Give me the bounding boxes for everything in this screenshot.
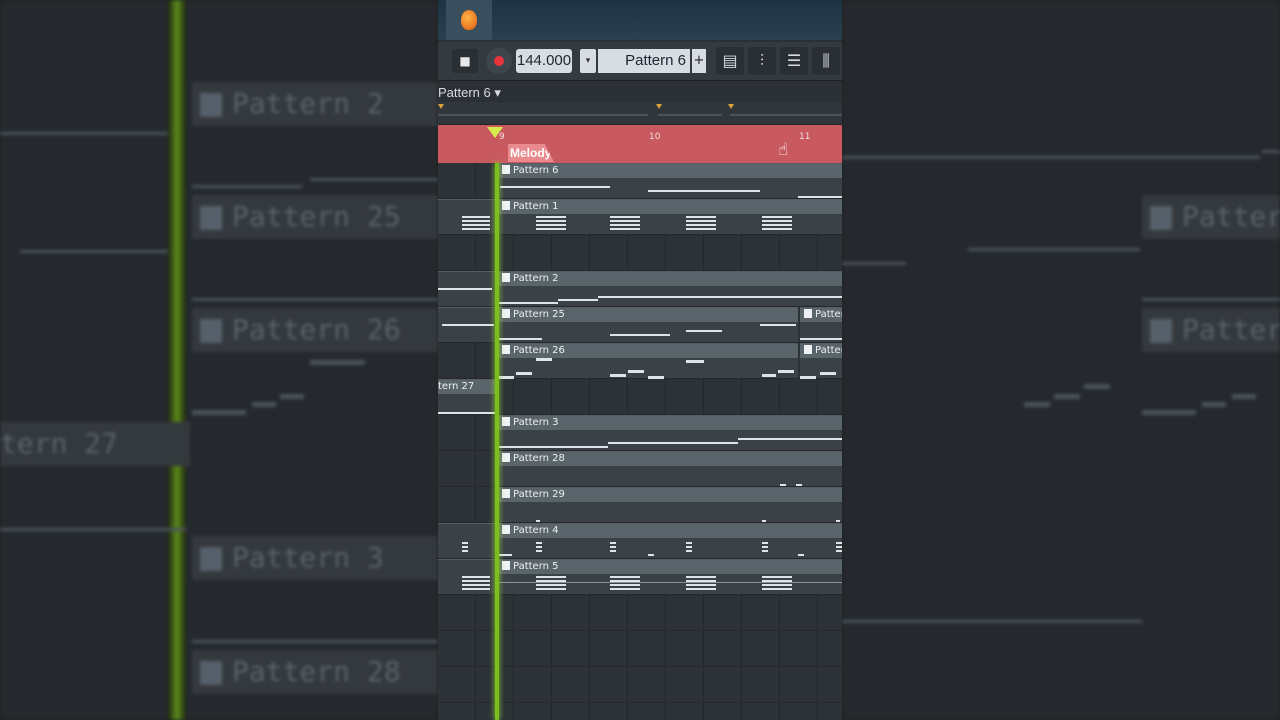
fl-studio-window: ■ 144.000 ▾ Pattern 6 + ▤ ⫶ ☰ ⫼ Pattern … bbox=[438, 0, 842, 720]
pattern-clip[interactable]: Pattern 26 bbox=[498, 343, 798, 379]
bar-number: 9 bbox=[499, 132, 505, 142]
pattern-clip[interactable]: Pattern 25 bbox=[498, 307, 798, 342]
playlist-overview[interactable] bbox=[438, 102, 842, 125]
pattern-clip[interactable]: Pattern 1 bbox=[498, 199, 842, 234]
add-pattern-button[interactable]: + bbox=[692, 49, 706, 73]
pattern-clip[interactable]: Pattern 5 bbox=[498, 559, 842, 594]
ghost-clip: Pattern 25 bbox=[1142, 195, 1280, 239]
pattern-clip[interactable]: Pattern 4 bbox=[498, 523, 842, 558]
hand-cursor-icon: ☝ bbox=[778, 140, 789, 160]
bar-number: 10 bbox=[649, 132, 661, 142]
ghost-clip: Pattern 3 bbox=[192, 536, 438, 580]
pattern-clip[interactable]: Pattern 3 bbox=[498, 415, 842, 450]
pattern-clip[interactable]: Pattern 29 bbox=[498, 487, 842, 522]
mixer-icon[interactable]: ⫼ bbox=[812, 47, 840, 75]
stop-button[interactable]: ■ bbox=[452, 49, 478, 73]
transport-toolbar: ■ 144.000 ▾ Pattern 6 + ▤ ⫶ ☰ ⫼ bbox=[438, 42, 842, 81]
pattern-clip[interactable]: Pattern 2 bbox=[498, 271, 842, 306]
pattern-clip[interactable]: Pattern 28 bbox=[498, 451, 842, 486]
pattern-clip[interactable]: tern 27 bbox=[438, 379, 496, 414]
tempo-display[interactable]: 144.000 bbox=[516, 49, 572, 73]
playhead-line[interactable] bbox=[495, 163, 499, 720]
ghost-clip: Pattern 26 bbox=[1142, 308, 1280, 352]
pattern-selector[interactable]: Pattern 6 bbox=[598, 49, 690, 73]
playlist-icon[interactable]: ▤ bbox=[716, 47, 744, 75]
pattern-clip[interactable]: Patter bbox=[800, 343, 842, 379]
channel-rack-icon[interactable]: ☰ bbox=[780, 47, 808, 75]
title-bar bbox=[438, 0, 842, 40]
background-left: Pattern 2 Pattern 25 Pattern 26 tern 27 … bbox=[0, 0, 438, 720]
pattern-dropdown-arrow[interactable]: ▾ bbox=[580, 49, 596, 73]
ghost-clip: Pattern 25 bbox=[192, 195, 438, 239]
melody-marker[interactable]: Melody bbox=[508, 144, 554, 162]
playlist-pattern-title[interactable]: Pattern 6 ▾ bbox=[438, 84, 842, 102]
pattern-clip-partial[interactable] bbox=[438, 199, 496, 234]
background-playhead bbox=[168, 0, 186, 720]
ghost-clip: tern 27 bbox=[0, 422, 190, 466]
piano-roll-icon[interactable]: ⫶ bbox=[748, 47, 776, 75]
pattern-clip-partial[interactable] bbox=[438, 307, 496, 342]
timeline-ruler[interactable]: 9 10 11 Melody ☝ bbox=[438, 125, 842, 163]
pattern-clip[interactable]: Patter bbox=[800, 307, 842, 342]
ghost-clip: Pattern 26 bbox=[192, 308, 438, 352]
pattern-clip[interactable]: Pattern 6 bbox=[498, 163, 842, 198]
fl-studio-logo-icon[interactable] bbox=[446, 0, 492, 40]
ghost-clip: Pattern 2 bbox=[192, 82, 438, 126]
pattern-clip-partial[interactable] bbox=[438, 523, 496, 558]
pattern-clip-partial[interactable] bbox=[438, 271, 496, 306]
pattern-clip-partial[interactable] bbox=[438, 559, 496, 594]
ghost-clip: Pattern 28 bbox=[192, 650, 438, 694]
background-right: Pattern 25 Pattern 26 bbox=[842, 0, 1280, 720]
record-button[interactable] bbox=[486, 48, 512, 74]
bar-number: 11 bbox=[799, 132, 811, 142]
